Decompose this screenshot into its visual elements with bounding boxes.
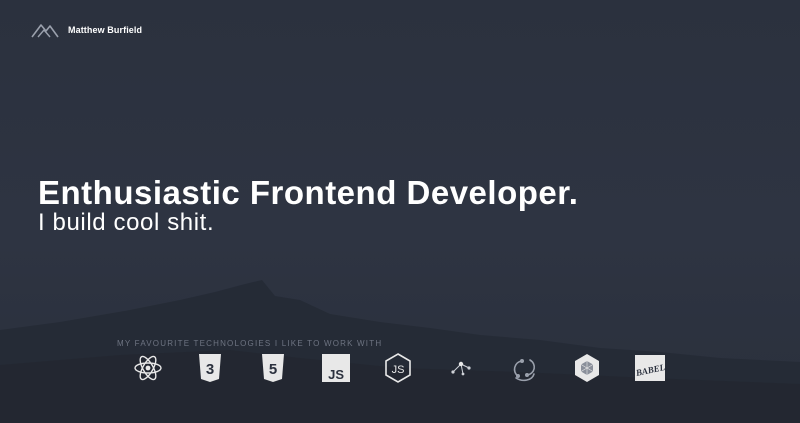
redux-icon (513, 359, 536, 382)
webpack-icon (575, 354, 599, 382)
javascript-glyph: JS (328, 367, 344, 382)
html5-glyph: 5 (269, 361, 277, 378)
css3-icon: 3 (199, 354, 221, 382)
javascript-icon: JS (322, 354, 350, 382)
technologies-label: MY FAVOURITE TECHNOLOGIES I LIKE TO WORK… (117, 339, 383, 348)
site-logo-link[interactable]: Matthew Burfield (30, 18, 142, 42)
graphql-like-icon (451, 361, 471, 376)
mountain-logo-icon (31, 24, 59, 38)
hero-subheadline: I build cool shit. (38, 209, 215, 236)
owner-name: Matthew Burfield (68, 25, 143, 35)
css3-glyph: 3 (206, 361, 214, 378)
technologies-list: 3 5 JS JS BABEL (0, 350, 800, 390)
hero-headline: Enthusiastic Frontend Developer. (38, 174, 579, 211)
nodejs-glyph: JS (392, 364, 405, 376)
nodejs-icon: JS (385, 353, 411, 383)
babel-icon: BABEL (634, 355, 666, 381)
react-icon (134, 355, 162, 381)
html5-icon: 5 (262, 354, 284, 382)
